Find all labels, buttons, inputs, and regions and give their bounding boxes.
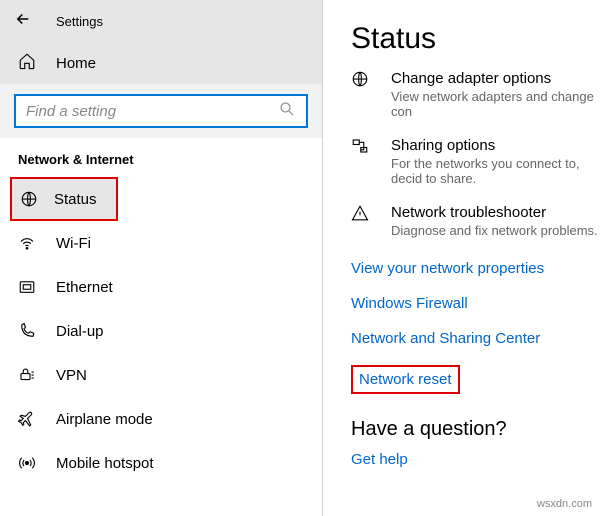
back-icon[interactable] bbox=[14, 10, 32, 33]
wifi-icon bbox=[18, 234, 36, 252]
page-title: Status bbox=[351, 22, 600, 56]
nav-label: VPN bbox=[56, 367, 87, 384]
vpn-icon bbox=[18, 366, 36, 384]
warning-icon bbox=[351, 204, 375, 238]
link-sharing-center[interactable]: Network and Sharing Center bbox=[351, 330, 600, 347]
sidebar: Settings Home Network & Internet Status … bbox=[0, 0, 322, 516]
option-desc: For the networks you connect to, decid t… bbox=[391, 156, 600, 186]
search-input[interactable] bbox=[26, 103, 278, 120]
link-list: View your network properties Windows Fir… bbox=[351, 260, 600, 394]
nav-label: Dial-up bbox=[56, 323, 104, 340]
nav-item-ethernet[interactable]: Ethernet bbox=[0, 265, 322, 309]
sharing-icon bbox=[351, 137, 375, 186]
title-bar: Settings bbox=[0, 0, 322, 42]
nav-list: Status Wi-Fi Ethernet Dial-up VPN bbox=[0, 177, 322, 485]
nav-item-hotspot[interactable]: Mobile hotspot bbox=[0, 441, 322, 485]
home-icon bbox=[18, 52, 36, 75]
search-icon bbox=[278, 100, 296, 123]
nav-item-wifi[interactable]: Wi-Fi bbox=[0, 221, 322, 265]
airplane-icon bbox=[18, 410, 36, 428]
search-container bbox=[0, 84, 322, 138]
question-title: Have a question? bbox=[351, 418, 600, 441]
option-desc: View network adapters and change con bbox=[391, 89, 600, 119]
link-properties[interactable]: View your network properties bbox=[351, 260, 600, 277]
option-title: Change adapter options bbox=[391, 70, 600, 87]
section-header: Network & Internet bbox=[0, 138, 322, 177]
option-text: Change adapter options View network adap… bbox=[391, 70, 600, 119]
link-network-reset[interactable]: Network reset bbox=[351, 365, 460, 394]
option-desc: Diagnose and fix network problems. bbox=[391, 223, 598, 238]
watermark: wsxdn.com bbox=[537, 498, 592, 510]
link-firewall[interactable]: Windows Firewall bbox=[351, 295, 600, 312]
hotspot-icon bbox=[18, 454, 36, 472]
home-label: Home bbox=[56, 55, 96, 72]
globe-icon bbox=[351, 70, 375, 119]
home-button[interactable]: Home bbox=[0, 42, 322, 84]
option-sharing[interactable]: Sharing options For the networks you con… bbox=[351, 137, 600, 186]
option-text: Sharing options For the networks you con… bbox=[391, 137, 600, 186]
option-title: Network troubleshooter bbox=[391, 204, 598, 221]
nav-item-airplane[interactable]: Airplane mode bbox=[0, 397, 322, 441]
nav-label: Mobile hotspot bbox=[56, 455, 154, 472]
option-troubleshooter[interactable]: Network troubleshooter Diagnose and fix … bbox=[351, 204, 600, 238]
nav-item-status[interactable]: Status bbox=[10, 177, 118, 221]
link-get-help[interactable]: Get help bbox=[351, 451, 600, 468]
globe-icon bbox=[20, 190, 38, 208]
option-adapter[interactable]: Change adapter options View network adap… bbox=[351, 70, 600, 119]
dialup-icon bbox=[18, 322, 36, 340]
option-text: Network troubleshooter Diagnose and fix … bbox=[391, 204, 598, 238]
window-title: Settings bbox=[56, 14, 103, 29]
nav-label: Wi-Fi bbox=[56, 235, 91, 252]
nav-label: Airplane mode bbox=[56, 411, 153, 428]
main-panel: Status Change adapter options View netwo… bbox=[323, 0, 600, 516]
nav-label: Status bbox=[54, 191, 97, 208]
nav-label: Ethernet bbox=[56, 279, 113, 296]
nav-item-dialup[interactable]: Dial-up bbox=[0, 309, 322, 353]
nav-item-vpn[interactable]: VPN bbox=[0, 353, 322, 397]
search-box[interactable] bbox=[14, 94, 308, 128]
ethernet-icon bbox=[18, 278, 36, 296]
option-title: Sharing options bbox=[391, 137, 600, 154]
